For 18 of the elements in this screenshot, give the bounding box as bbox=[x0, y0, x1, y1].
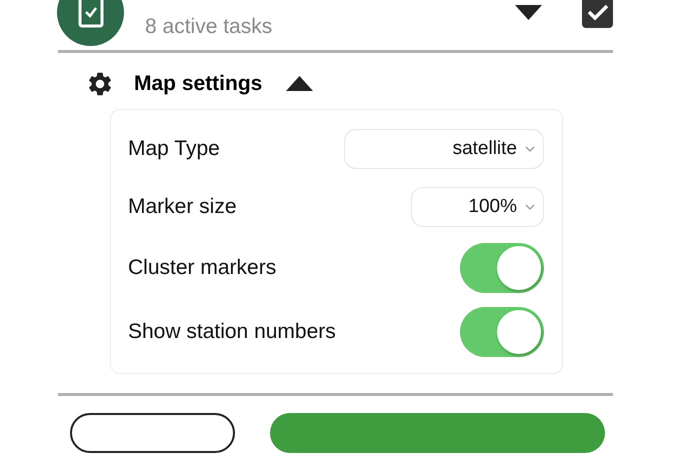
section-title: Map settings bbox=[134, 71, 262, 98]
caret-down-icon[interactable] bbox=[515, 4, 542, 20]
chevron-down-icon bbox=[525, 204, 535, 210]
setting-label: Cluster markers bbox=[128, 255, 276, 282]
setting-label: Map Type bbox=[128, 136, 220, 162]
task-count: 8 active tasks bbox=[145, 14, 272, 40]
checkbox[interactable] bbox=[582, 0, 613, 28]
outlined-button[interactable] bbox=[70, 413, 235, 453]
setting-label: Marker size bbox=[128, 194, 237, 220]
toggle-switch[interactable] bbox=[460, 307, 544, 357]
toggle-switch[interactable] bbox=[460, 243, 544, 293]
setting-label: Show station numbers bbox=[128, 319, 336, 346]
caret-up-icon[interactable] bbox=[286, 76, 314, 90]
dropdown-field[interactable]: satellite bbox=[344, 129, 544, 169]
chevron-down-icon bbox=[525, 146, 535, 152]
dropdown-field[interactable]: 100% bbox=[411, 187, 544, 227]
settings-icon bbox=[86, 70, 114, 98]
primary-button[interactable] bbox=[270, 413, 605, 453]
